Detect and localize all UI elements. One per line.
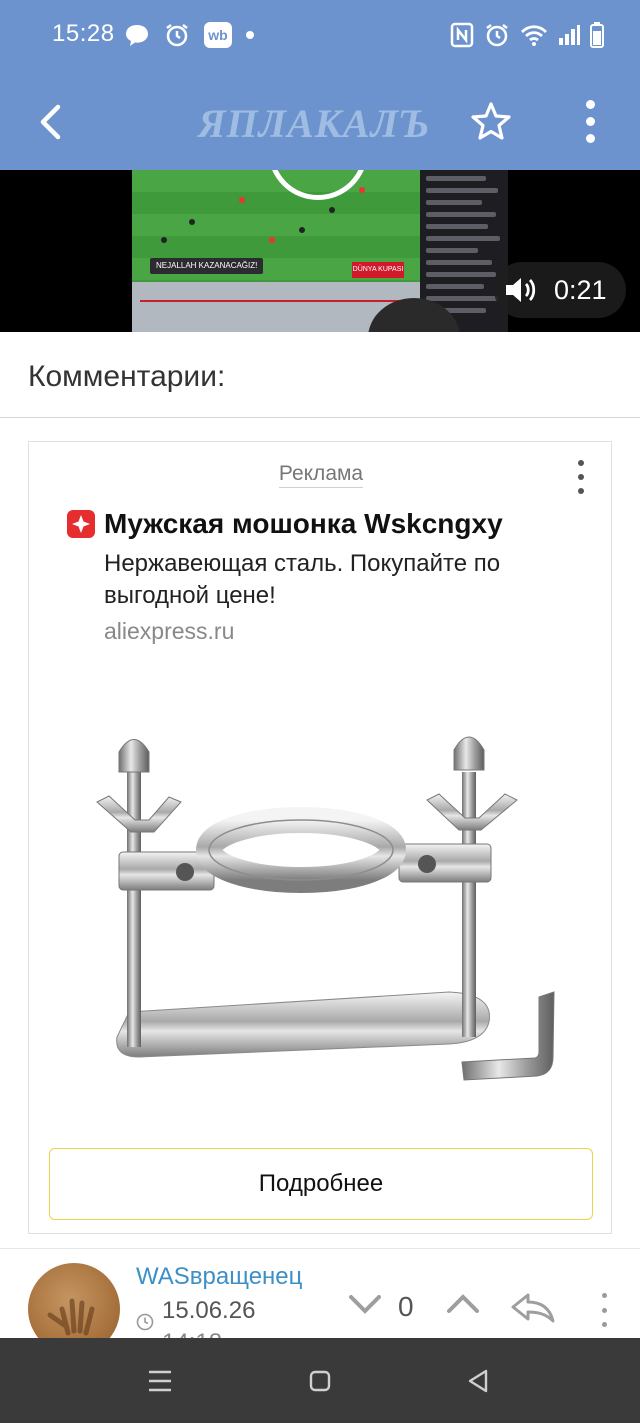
dot-icon [601, 1307, 607, 1313]
ad-card[interactable]: Реклама Мужская мошонка Wskcngxy Нержаве… [28, 441, 612, 1234]
comments-header: Комментарии: [0, 332, 640, 418]
ad-label: Реклама [29, 462, 613, 488]
video-player[interactable]: NEJALLAH KAZANACAĞIZ! DÜNYA KUPASI 0:21 [0, 170, 640, 332]
ad-product-image[interactable] [69, 712, 589, 1132]
status-right-icons [450, 22, 604, 48]
comment-item: WASвращенец 15.06.26 14:18 0 [0, 1248, 640, 1338]
ad-description: Нержавеющая сталь. Покупайте по выгодной… [104, 550, 501, 609]
ad-menu-button[interactable] [571, 460, 591, 494]
hand-print-icon [47, 1298, 95, 1336]
chevron-left-icon [40, 104, 61, 140]
comment-time: 14:18 [162, 1329, 222, 1338]
home-icon [309, 1370, 331, 1392]
alarm-icon [486, 24, 508, 47]
video-sound-control[interactable]: 0:21 [494, 262, 626, 318]
recent-apps-button[interactable] [140, 1364, 180, 1398]
status-left-icons: wb [124, 22, 254, 48]
comment-menu-button[interactable] [598, 1293, 610, 1327]
dot-icon [578, 460, 584, 466]
comment-date: 15.06.26 [162, 1297, 256, 1324]
dot-icon [578, 488, 584, 494]
video-player-caption: NEJALLAH KAZANACAĞIZ! [150, 258, 264, 274]
ad-title[interactable]: Мужская мошонка Wskcngxy [104, 508, 503, 540]
vote-down-icon[interactable] [348, 1293, 382, 1315]
dot-icon [601, 1293, 607, 1298]
back-nav-button[interactable] [458, 1364, 498, 1398]
dot-icon [578, 474, 584, 480]
ad-domain[interactable]: aliexpress.ru [104, 618, 234, 645]
video-progress-line [140, 300, 410, 302]
battery-icon [590, 22, 604, 48]
recent-apps-icon [149, 1370, 171, 1392]
favorite-button[interactable] [468, 98, 514, 144]
status-bar: 15:28 wb [0, 0, 640, 72]
clock-icon [136, 1313, 154, 1331]
app-logo[interactable]: ЯПЛАКАЛЪ [198, 100, 430, 147]
notification-dot-icon [246, 31, 254, 39]
home-button[interactable] [300, 1364, 340, 1398]
app-bar: ЯПЛАКАЛЪ [0, 72, 640, 170]
system-nav-bar [0, 1338, 640, 1423]
ad-details-button[interactable]: Подробнее [49, 1148, 593, 1220]
vote-up-icon[interactable] [446, 1293, 480, 1315]
status-time: 15:28 [52, 20, 115, 47]
dot-icon [585, 99, 595, 109]
overflow-menu-button[interactable] [574, 98, 606, 144]
volume-icon [506, 278, 536, 302]
wb-app-icon: wb [204, 22, 232, 48]
back-button[interactable] [30, 100, 70, 144]
wifi-icon [521, 25, 547, 46]
chat-bubble-icon [126, 25, 148, 46]
alarm-icon [166, 24, 188, 47]
reply-icon[interactable] [510, 1293, 556, 1323]
video-banner: DÜNYA KUPASI [352, 262, 404, 278]
back-icon [468, 1369, 488, 1393]
star-icon [471, 102, 511, 140]
ad-label-text: Реклама [278, 462, 364, 488]
video-duration: 0:21 [554, 274, 607, 305]
comment-username[interactable]: WASвращенец [136, 1263, 302, 1291]
video-frame: NEJALLAH KAZANACAĞIZ! DÜNYA KUPASI [132, 170, 508, 332]
aliexpress-icon [67, 510, 95, 538]
dot-icon [585, 133, 595, 143]
nfc-icon [450, 22, 474, 48]
signal-icon [559, 25, 580, 45]
vote-count: 0 [398, 1291, 414, 1322]
avatar[interactable] [28, 1263, 120, 1338]
dot-icon [585, 116, 595, 126]
dot-icon [601, 1322, 607, 1327]
comments-title: Комментарии: [28, 360, 226, 393]
